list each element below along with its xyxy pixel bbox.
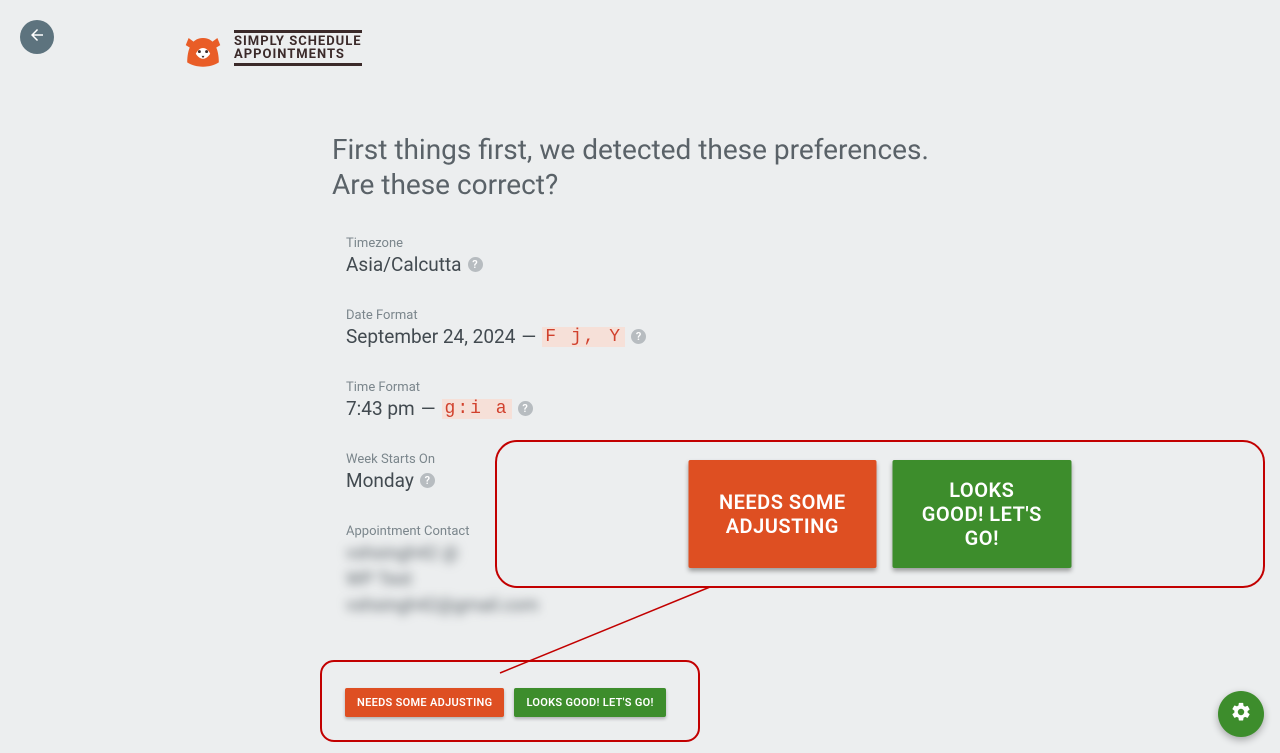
looks-good-button[interactable]: LOOKS GOOD! LET'S GO! — [514, 688, 665, 717]
needs-adjusting-button-large[interactable]: NEEDS SOME ADJUSTING — [689, 460, 877, 568]
looks-good-button-large[interactable]: LOOKS GOOD! LET'S GO! — [892, 460, 1071, 568]
page-heading: First things first, we detected these pr… — [332, 132, 929, 202]
help-icon[interactable]: ? — [518, 401, 533, 416]
logo-line1: SIMPLY SCHEDULE — [234, 30, 362, 48]
field-timezone: Timezone Asia/Calcutta ? — [346, 236, 906, 276]
heading-line2: Are these correct? — [332, 167, 929, 202]
fox-icon — [180, 25, 226, 71]
logo-line2: APPOINTMENTS — [234, 48, 362, 66]
action-buttons: NEEDS SOME ADJUSTING LOOKS GOOD! LET'S G… — [345, 688, 666, 717]
logo-text: SIMPLY SCHEDULE APPOINTMENTS — [234, 30, 362, 66]
needs-adjusting-button[interactable]: NEEDS SOME ADJUSTING — [345, 688, 504, 717]
field-label: Timezone — [346, 236, 906, 251]
dateformat-value: September 24, 2024 — [346, 325, 515, 348]
field-date-format: Date Format September 24, 2024 — F j, Y … — [346, 308, 906, 348]
timeformat-value: 7:43 pm — [346, 397, 415, 420]
timezone-value: Asia/Calcutta — [346, 253, 462, 276]
field-time-format: Time Format 7:43 pm — g:i a ? — [346, 380, 906, 420]
contact-line-3: vshsingh42@gmail.com — [346, 593, 906, 619]
help-icon[interactable]: ? — [631, 329, 646, 344]
arrow-left-icon — [28, 26, 46, 48]
separator: — — [421, 397, 436, 420]
callout-frame-large: NEEDS SOME ADJUSTING LOOKS GOOD! LET'S G… — [495, 440, 1265, 588]
field-label: Date Format — [346, 308, 906, 323]
timeformat-code: g:i a — [442, 399, 512, 419]
separator: — — [521, 325, 536, 348]
back-button[interactable] — [20, 20, 54, 54]
logo: SIMPLY SCHEDULE APPOINTMENTS — [180, 25, 362, 71]
dateformat-code: F j, Y — [542, 327, 625, 347]
settings-fab[interactable] — [1218, 691, 1264, 737]
help-icon[interactable]: ? — [468, 257, 483, 272]
help-icon[interactable]: ? — [420, 473, 435, 488]
weekstart-value: Monday — [346, 469, 414, 492]
field-label: Time Format — [346, 380, 906, 395]
gear-icon — [1230, 701, 1252, 727]
heading-line1: First things first, we detected these pr… — [332, 132, 929, 167]
